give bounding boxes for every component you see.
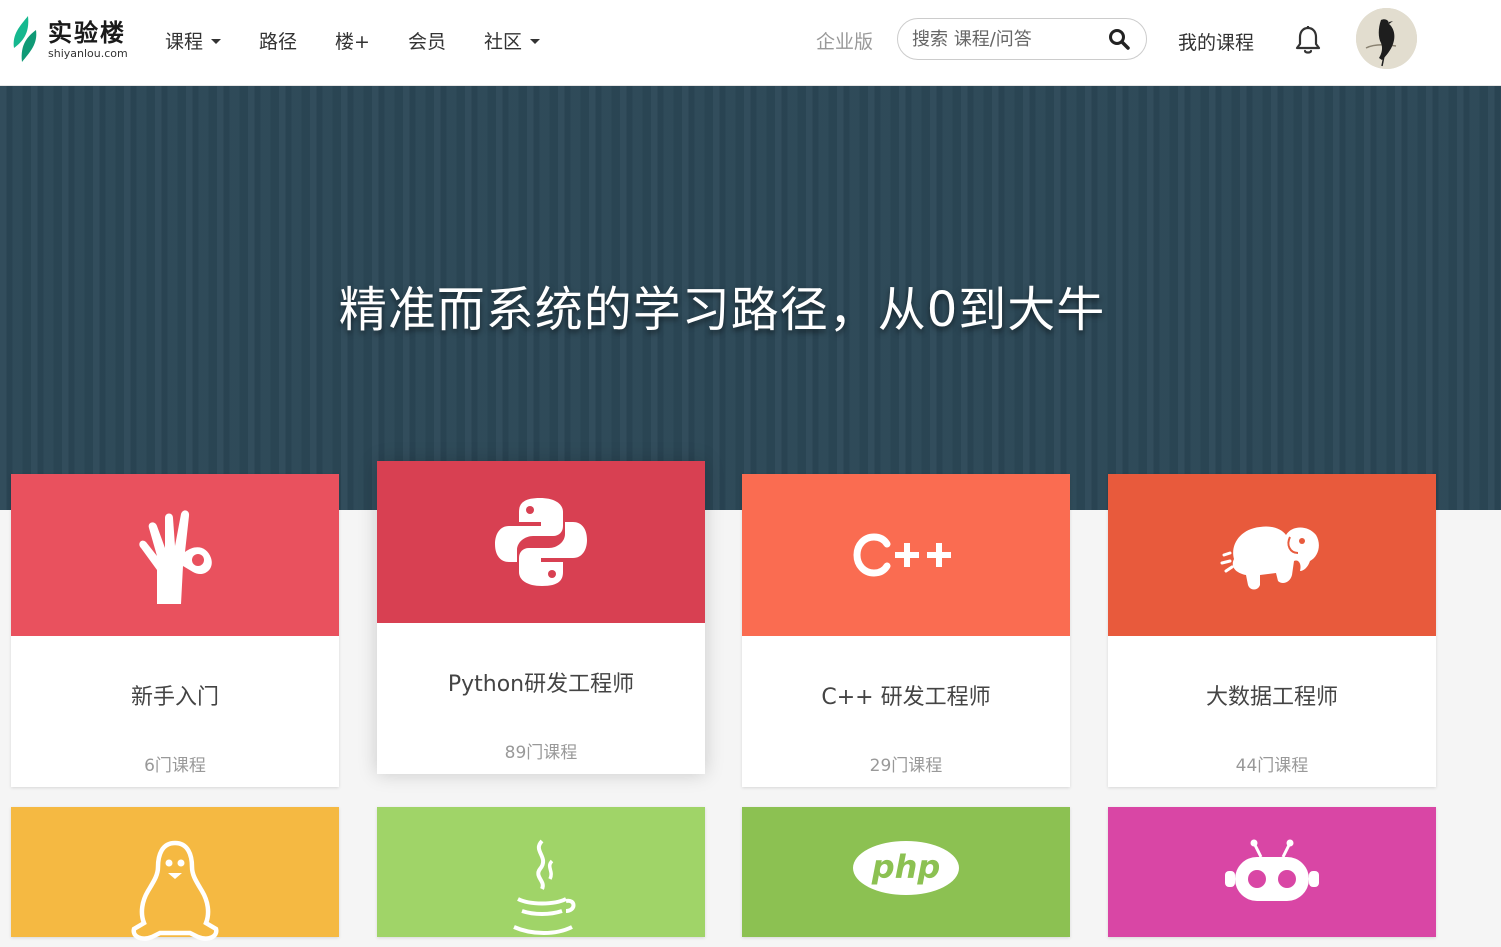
- menu-item-label: 路径: [259, 30, 298, 53]
- card-title: 大数据工程师: [1205, 685, 1338, 710]
- hero-title: 精准而系统的学习路径，从0到大牛: [338, 282, 1106, 338]
- search-icon[interactable]: [1108, 28, 1130, 50]
- card-banner: [377, 461, 705, 623]
- hero-banner: 精准而系统的学习路径，从0到大牛: [0, 86, 1501, 510]
- card-title: 新手入门: [130, 685, 219, 710]
- java-cup-icon: [513, 839, 576, 935]
- caret-down-icon: [529, 38, 540, 44]
- card-banner: php: [742, 807, 1070, 937]
- python-icon: [495, 498, 587, 586]
- bell-icon[interactable]: [1294, 25, 1322, 55]
- menu-item-label: 楼+: [335, 30, 370, 53]
- card-banner: [742, 474, 1070, 636]
- path-card-bigdata[interactable]: 大数据工程师 44门课程: [1108, 474, 1436, 787]
- ok-hand-icon: [139, 510, 212, 604]
- php-icon: php: [853, 841, 959, 895]
- menu-item-lou-plus[interactable]: 楼+: [335, 26, 370, 54]
- menu-item-courses[interactable]: 课程: [165, 26, 222, 54]
- menu-item-label: 课程: [165, 30, 204, 53]
- card-banner: [377, 807, 705, 937]
- card-course-count: 89门课程: [504, 743, 578, 763]
- card-course-count: 6门课程: [144, 756, 206, 776]
- path-card-linux[interactable]: [11, 807, 339, 941]
- card-course-count: 44门课程: [1235, 756, 1309, 776]
- top-nav: 实验楼 shiyanlou.com 课程 路径 楼+ 会员 社区 企业版 我的课…: [0, 0, 1501, 86]
- crow-avatar-icon: [1356, 8, 1417, 69]
- user-avatar[interactable]: [1356, 8, 1417, 69]
- logo-leaf-icon: [13, 16, 37, 62]
- card-title: C++ 研发工程师: [821, 685, 991, 710]
- card-title: Python研发工程师: [447, 672, 635, 697]
- hadoop-elephant-icon: [1220, 526, 1319, 590]
- search-box: [897, 18, 1147, 60]
- cpp-icon: [853, 533, 951, 577]
- svg-text:php: php: [871, 848, 941, 886]
- my-courses-link[interactable]: 我的课程: [1178, 28, 1254, 55]
- card-course-count: 29门课程: [869, 756, 943, 776]
- logo-text: 实验楼: [48, 18, 126, 47]
- path-card-java[interactable]: [377, 807, 705, 937]
- card-banner: [11, 474, 339, 636]
- menu-item-paths[interactable]: 路径: [259, 26, 297, 54]
- path-card-cpp[interactable]: C++ 研发工程师 29门课程: [742, 474, 1070, 787]
- card-banner: [1108, 474, 1436, 636]
- site-logo[interactable]: 实验楼 shiyanlou.com: [8, 14, 128, 64]
- path-card-python[interactable]: Python研发工程师 89门课程: [377, 461, 705, 774]
- search-input[interactable]: [912, 27, 1102, 51]
- menu-item-label: 社区: [483, 30, 522, 53]
- enterprise-link[interactable]: 企业版: [816, 27, 873, 54]
- path-card-php[interactable]: php: [742, 807, 1070, 937]
- robot-icon: [1225, 839, 1319, 901]
- caret-down-icon: [211, 38, 222, 44]
- menu-item-community[interactable]: 社区: [484, 26, 540, 54]
- path-card-robot[interactable]: [1108, 807, 1436, 937]
- card-banner: [11, 807, 339, 941]
- menu-item-membership[interactable]: 会员: [408, 26, 446, 54]
- path-card-beginner[interactable]: 新手入门 6门课程: [11, 474, 339, 787]
- menu-item-label: 会员: [407, 30, 446, 53]
- linux-penguin-icon: [131, 840, 219, 941]
- card-banner: [1108, 807, 1436, 937]
- main-menu: 课程 路径 楼+ 会员 社区: [165, 26, 540, 54]
- logo-domain: shiyanlou.com: [48, 46, 128, 60]
